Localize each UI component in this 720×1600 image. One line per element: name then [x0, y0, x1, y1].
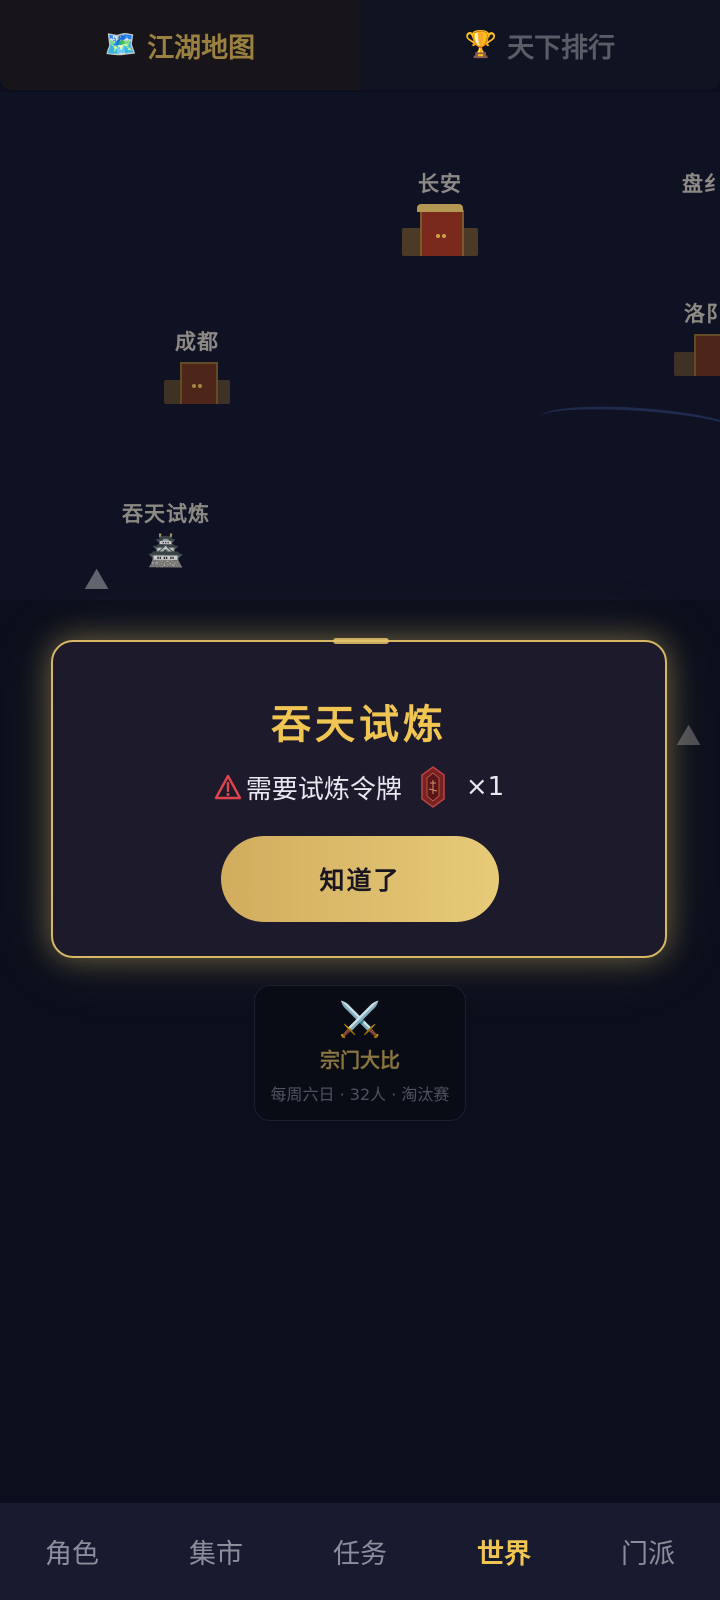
map-icon: 🗺️ [104, 30, 138, 60]
bottom-navigation: 角色 集市 任务 世界 门派 [0, 1503, 720, 1600]
tab-label: 江湖地图 [147, 32, 256, 64]
tab-label: 天下排行 [507, 32, 616, 64]
dialog-title: 吞天试炼 [271, 702, 447, 748]
nav-item-world[interactable]: 世界 [432, 1503, 576, 1600]
top-tab-bar: 🗺️ 江湖地图 🏆 天下排行 [0, 0, 720, 90]
city-label: 盘纟 [682, 172, 720, 196]
event-subtitle: 每周六日 · 32人 · 淘汰赛 [270, 1085, 450, 1104]
nav-item-market[interactable]: 集市 [144, 1503, 288, 1600]
tab-jianghu-map[interactable]: 🗺️ 江湖地图 [0, 0, 360, 90]
trial-requirement-dialog: 吞天试炼 需要试炼令牌 ×1 知道了 [51, 638, 667, 958]
city-label: 洛阝 [684, 302, 720, 326]
river-path [539, 401, 720, 448]
crossed-swords-icon: ⚔️ [338, 1000, 382, 1040]
pagoda-icon: 🏯 [147, 534, 185, 569]
city-gate-icon [164, 362, 230, 404]
tab-world-ranking[interactable]: 🏆 天下排行 [360, 0, 720, 90]
trophy-icon: 🏆 [464, 30, 498, 60]
requirement-text: 需要试炼令牌 [245, 774, 402, 805]
warning-icon [214, 774, 242, 800]
city-gate-icon [402, 204, 478, 256]
nav-item-quests[interactable]: 任务 [288, 1503, 432, 1600]
location-tuntian-trial[interactable]: 吞天试炼 🏯 [116, 498, 216, 569]
event-title: 宗门大比 [320, 1048, 400, 1072]
dialog-glow-accent [333, 638, 389, 644]
city-label: 成都 [175, 330, 219, 354]
sect-tournament-card[interactable]: ⚔️ 宗门大比 每周六日 · 32人 · 淘汰赛 [254, 985, 466, 1121]
city-changan[interactable]: 长安 [400, 168, 480, 256]
city-label: 长安 [418, 172, 462, 196]
city-gate-icon [674, 334, 720, 376]
nav-item-character[interactable]: 角色 [0, 1503, 144, 1600]
city-luoyang[interactable]: 洛阝 [672, 298, 720, 376]
requirement-row: 需要试炼令牌 ×1 [53, 766, 665, 808]
city-panlong[interactable]: 盘纟 [682, 168, 720, 198]
nav-item-sect[interactable]: 门派 [576, 1503, 720, 1600]
city-chengdu[interactable]: 成都 [162, 326, 232, 404]
requirement-count: ×1 [465, 772, 505, 802]
mountain-icon: ⛰ [84, 562, 110, 597]
acknowledge-button[interactable]: 知道了 [221, 836, 499, 922]
trial-token-icon [421, 766, 445, 808]
city-label: 吞天试炼 [122, 502, 210, 526]
